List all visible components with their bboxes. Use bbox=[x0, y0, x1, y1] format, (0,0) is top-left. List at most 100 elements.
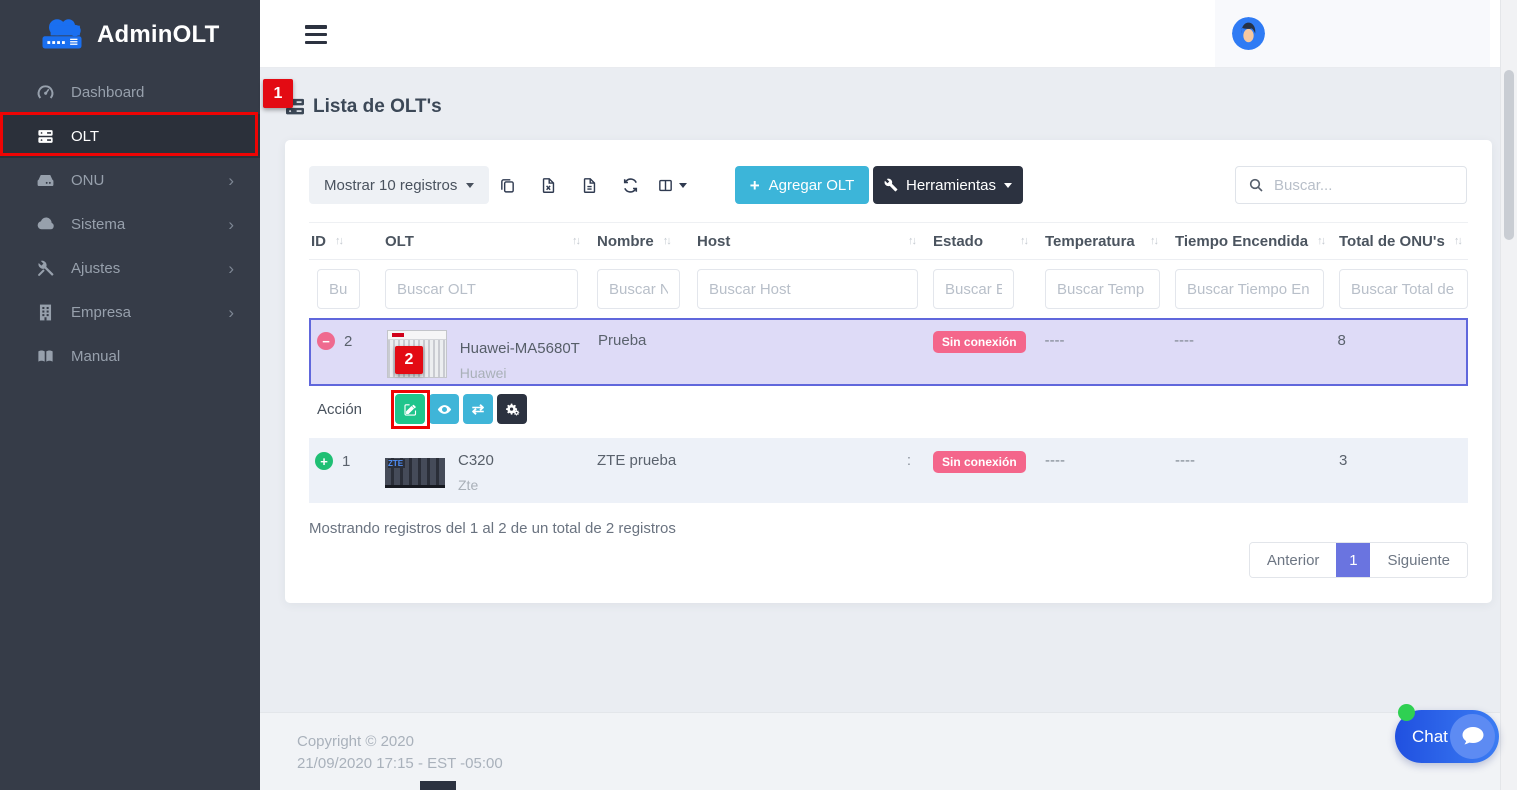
avatar[interactable] bbox=[1232, 17, 1265, 50]
copy-button[interactable] bbox=[487, 166, 528, 204]
cell-olt-name: Huawei-MA5680T bbox=[460, 340, 580, 357]
caret-down-icon bbox=[679, 183, 687, 188]
refresh-button[interactable] bbox=[610, 166, 651, 204]
next-page-button[interactable]: Siguiente bbox=[1370, 543, 1467, 577]
menu-toggle-icon[interactable] bbox=[305, 25, 327, 44]
cell-olt-brand: Huawei bbox=[460, 365, 580, 381]
collapse-row-icon[interactable]: − bbox=[317, 332, 335, 350]
brand[interactable]: AdminOLT bbox=[0, 0, 260, 70]
column-header-host[interactable]: Host↑↓ bbox=[685, 233, 921, 250]
sidebar-item-label: Dashboard bbox=[71, 84, 144, 101]
edit-olt-button[interactable] bbox=[395, 394, 425, 424]
eye-icon bbox=[437, 402, 452, 417]
cell-id: 1 bbox=[342, 453, 350, 470]
chevron-right-icon: › bbox=[228, 304, 234, 321]
status-badge: Sin conexión bbox=[933, 451, 1026, 473]
sidebar-item-manual[interactable]: Manual bbox=[0, 334, 260, 378]
filter-olt-input[interactable] bbox=[385, 269, 578, 309]
cell-nombre: Prueba bbox=[586, 332, 686, 349]
search-icon bbox=[1248, 177, 1264, 193]
export-pdf-button[interactable] bbox=[569, 166, 610, 204]
topbar bbox=[260, 0, 1500, 68]
filter-id-input[interactable] bbox=[317, 269, 360, 309]
gears-icon bbox=[505, 402, 520, 417]
page-title: Lista de OLT's bbox=[285, 96, 442, 118]
table-toolbar: Mostrar 10 registros bbox=[309, 166, 1467, 206]
filter-host-input[interactable] bbox=[697, 269, 918, 309]
cloud-icon bbox=[34, 213, 56, 235]
pagination: Anterior 1 Siguiente bbox=[1249, 542, 1468, 578]
chevron-right-icon: › bbox=[228, 260, 234, 277]
add-olt-button[interactable]: + Agregar OLT bbox=[735, 166, 869, 204]
sidebar-item-dashboard[interactable]: Dashboard bbox=[0, 70, 260, 114]
scrollbar[interactable] bbox=[1500, 0, 1517, 790]
settings-olt-button[interactable] bbox=[497, 394, 527, 424]
copyright-text: Copyright © 2020 bbox=[297, 731, 1500, 753]
column-header-id[interactable]: ID↑↓ bbox=[309, 233, 373, 250]
view-olt-button[interactable] bbox=[429, 394, 459, 424]
cell-id: 2 bbox=[344, 333, 352, 350]
sidebar-item-olt[interactable]: OLT bbox=[0, 114, 260, 158]
row-detail-actions: Acción ⇄ bbox=[309, 388, 531, 430]
scrollbar-thumb[interactable] bbox=[1504, 70, 1514, 240]
exchange-button[interactable]: ⇄ bbox=[463, 394, 493, 424]
cell-temperatura: ---- bbox=[1033, 332, 1163, 349]
gauge-icon bbox=[34, 81, 56, 103]
brand-title: AdminOLT bbox=[97, 21, 219, 49]
sidebar-item-label: OLT bbox=[71, 128, 99, 145]
tools-icon bbox=[34, 257, 56, 279]
adminolt-logo-icon bbox=[36, 15, 88, 56]
export-buttons bbox=[487, 166, 692, 204]
speech-bubble-icon bbox=[1461, 726, 1485, 748]
table-header: ID↑↓ OLT↑↓ Nombre↑↓ Host↑↓ Estado↑↓ Temp… bbox=[309, 222, 1468, 260]
filter-temperatura-input[interactable] bbox=[1045, 269, 1160, 309]
olt-list-card: Mostrar 10 registros bbox=[285, 140, 1492, 603]
book-icon bbox=[34, 345, 56, 367]
cropped-bottom-element bbox=[420, 781, 456, 790]
sidebar-item-label: Manual bbox=[71, 348, 120, 365]
tools-dropdown-button[interactable]: Herramientas bbox=[873, 166, 1023, 204]
datetime-text: 21/09/2020 17:15 - EST -05:00 bbox=[297, 753, 1500, 775]
filter-total-input[interactable] bbox=[1339, 269, 1468, 309]
filter-tiempo-input[interactable] bbox=[1175, 269, 1324, 309]
action-label: Acción bbox=[317, 401, 395, 418]
cell-host: : bbox=[685, 452, 921, 469]
cell-olt-name: C320 bbox=[458, 452, 494, 469]
sort-icon: ↑↓ bbox=[1454, 235, 1461, 247]
cell-total-onus: 8 bbox=[1325, 332, 1466, 349]
sidebar-item-ajustes[interactable]: Ajustes › bbox=[0, 246, 260, 290]
current-page-button[interactable]: 1 bbox=[1336, 543, 1370, 577]
table-row-zte[interactable]: + 1 ZTE C320 Zte ZTE prueba : Sin conexi… bbox=[309, 438, 1468, 503]
sidebar-item-empresa[interactable]: Empresa › bbox=[0, 290, 260, 334]
chevron-right-icon: › bbox=[228, 172, 234, 189]
column-header-estado[interactable]: Estado↑↓ bbox=[921, 233, 1033, 250]
column-header-tiempo-encendida[interactable]: Tiempo Encendida↑↓ bbox=[1163, 233, 1327, 250]
sidebar-item-sistema[interactable]: Sistema › bbox=[0, 202, 260, 246]
sidebar-item-label: ONU bbox=[71, 172, 104, 189]
wrench-icon bbox=[884, 178, 898, 192]
search-input[interactable] bbox=[1274, 177, 1454, 194]
show-entries-dropdown[interactable]: Mostrar 10 registros bbox=[309, 166, 489, 204]
cell-total-onus: 3 bbox=[1327, 452, 1468, 469]
exchange-icon: ⇄ bbox=[472, 400, 485, 418]
cell-tiempo-encendida: ---- bbox=[1163, 452, 1327, 469]
cell-nombre: ZTE prueba bbox=[585, 452, 685, 469]
column-header-total-onus[interactable]: Total de ONU's↑↓ bbox=[1327, 233, 1468, 250]
zte-olt-image: ZTE bbox=[385, 458, 445, 488]
column-header-olt[interactable]: OLT↑↓ bbox=[373, 233, 585, 250]
previous-page-button[interactable]: Anterior bbox=[1250, 543, 1337, 577]
expand-row-icon[interactable]: + bbox=[315, 452, 333, 470]
hdd-icon bbox=[34, 169, 56, 191]
cell-tiempo-encendida: ---- bbox=[1162, 332, 1325, 349]
export-excel-button[interactable] bbox=[528, 166, 569, 204]
column-header-temperatura[interactable]: Temperatura↑↓ bbox=[1033, 233, 1163, 250]
column-header-nombre[interactable]: Nombre↑↓ bbox=[585, 233, 685, 250]
sort-icon: ↑↓ bbox=[335, 235, 342, 247]
sidebar-item-label: Sistema bbox=[71, 216, 125, 233]
column-visibility-button[interactable] bbox=[651, 166, 692, 204]
sidebar-item-onu[interactable]: ONU › bbox=[0, 158, 260, 202]
plus-icon: + bbox=[750, 177, 760, 194]
filter-nombre-input[interactable] bbox=[597, 269, 680, 309]
table-row-huawei[interactable]: − 2 Huawei-MA5680T Huawei Prueba Sin con… bbox=[309, 318, 1468, 386]
filter-estado-input[interactable] bbox=[933, 269, 1014, 309]
